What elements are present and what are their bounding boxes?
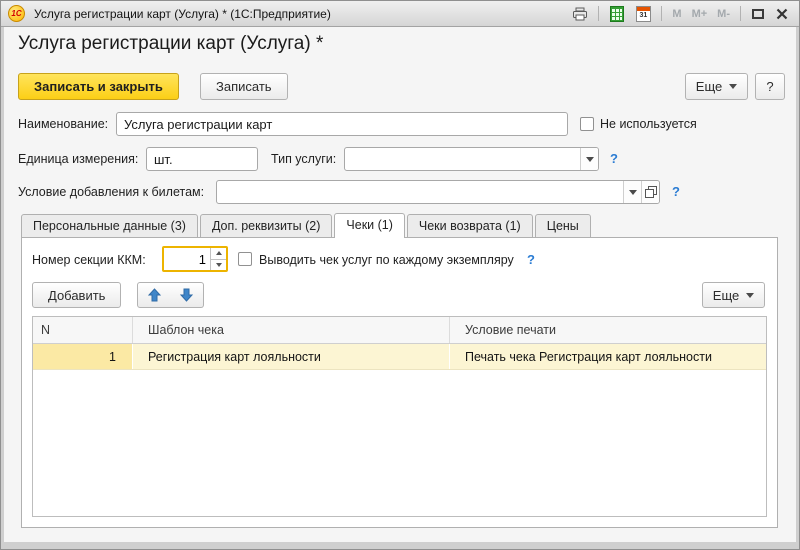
titlebar-separator <box>598 6 599 21</box>
more-actions-button[interactable]: Еще <box>685 73 748 100</box>
not-used-checkbox[interactable] <box>580 117 594 131</box>
help-button[interactable]: ? <box>755 73 785 100</box>
calendar-icon[interactable]: 31 <box>632 5 654 23</box>
kkm-section-label: Номер секции ККМ: <box>32 247 146 273</box>
move-up-icon <box>148 288 161 302</box>
1c-logo-icon: 1С <box>8 5 25 22</box>
titlebar-separator <box>740 6 741 21</box>
titlebar-controls: 31 M M+ M- <box>569 5 792 23</box>
cell-receipt-template[interactable]: Регистрация карт лояльности <box>133 344 450 369</box>
close-button[interactable] <box>772 5 792 23</box>
column-header-print-condition[interactable]: Условие печати <box>450 317 766 343</box>
service-type-input[interactable] <box>345 148 580 170</box>
chevron-down-icon <box>629 190 637 195</box>
service-type-combobox[interactable] <box>344 147 599 171</box>
titlebar-separator <box>661 6 662 21</box>
maximize-icon <box>752 9 764 19</box>
cell-print-condition[interactable]: Печать чека Регистрация карт лояльности <box>450 344 766 369</box>
table-header-row: N Шаблон чека Условие печати <box>33 317 766 344</box>
app-window: 1С Услуга регистрации карт (Услуга) * (1… <box>0 0 800 550</box>
name-field-label: Наименование: <box>18 112 108 136</box>
page-title: Услуга регистрации карт (Услуга) * <box>18 33 323 55</box>
tab-receipts[interactable]: Чеки (1) <box>334 213 404 238</box>
per-copy-label: Выводить чек услуг по каждому экземпляру <box>259 247 514 273</box>
tab-return-receipts[interactable]: Чеки возврата (1) <box>407 214 533 238</box>
service-type-dropdown-button[interactable] <box>580 148 598 170</box>
open-form-icon <box>645 186 657 198</box>
name-input[interactable] <box>116 112 568 136</box>
receipts-tab-panel: Номер секции ККМ: Выводить чек услуг по … <box>21 237 778 528</box>
memory-recall-button[interactable]: M <box>669 8 684 20</box>
ticket-condition-dropdown-button[interactable] <box>623 181 641 203</box>
tab-prices[interactable]: Цены <box>535 214 591 238</box>
kkm-section-spinner[interactable] <box>162 246 228 272</box>
ticket-condition-label: Условие добавления к билетам: <box>18 180 204 204</box>
unit-input[interactable] <box>146 147 258 171</box>
window-title: Услуга регистрации карт (Услуга) * (1С:П… <box>34 7 331 21</box>
maximize-button[interactable] <box>748 5 768 23</box>
tab-strip: Персональные данные (3) Доп. реквизиты (… <box>21 213 591 238</box>
service-type-help-link[interactable]: ? <box>610 147 618 171</box>
not-used-label: Не используется <box>600 112 697 136</box>
column-header-n[interactable]: N <box>33 317 133 343</box>
chevron-down-icon <box>729 84 737 89</box>
triangle-up-icon <box>216 251 222 255</box>
save-and-close-button[interactable]: Записать и закрыть <box>18 73 179 100</box>
calendar-day-label: 31 <box>637 11 650 21</box>
column-header-template[interactable]: Шаблон чека <box>133 317 450 343</box>
table-more-label: Еще <box>713 288 739 303</box>
memory-plus-button[interactable]: M+ <box>689 8 711 20</box>
per-copy-checkbox[interactable] <box>238 252 252 266</box>
print-icon[interactable] <box>569 5 591 23</box>
service-type-label: Тип услуги: <box>271 147 336 171</box>
memory-minus-button[interactable]: M- <box>714 8 733 20</box>
chevron-down-icon <box>586 157 594 162</box>
per-copy-help-link[interactable]: ? <box>527 247 535 273</box>
move-down-icon <box>180 288 193 302</box>
table-more-button[interactable]: Еще <box>702 282 765 308</box>
tab-additional-attributes[interactable]: Доп. реквизиты (2) <box>200 214 332 238</box>
unit-field-label: Единица измерения: <box>18 147 138 171</box>
receipt-templates-table: N Шаблон чека Условие печати 1 Регистрац… <box>32 316 767 517</box>
triangle-down-icon <box>216 263 222 267</box>
spinner-buttons <box>210 248 226 270</box>
ticket-condition-help-link[interactable]: ? <box>672 180 680 204</box>
titlebar: 1С Услуга регистрации карт (Услуга) * (1… <box>1 1 799 27</box>
spin-down-button[interactable] <box>211 260 226 271</box>
ticket-condition-combobox[interactable] <box>216 180 660 204</box>
save-button[interactable]: Записать <box>200 73 288 100</box>
close-icon <box>776 8 788 20</box>
table-row[interactable]: 1 Регистрация карт лояльности Печать чек… <box>33 344 766 370</box>
spin-up-button[interactable] <box>211 248 226 260</box>
1c-logo-text: 1С <box>11 9 21 18</box>
form-content: Услуга регистрации карт (Услуга) * Запис… <box>4 27 796 542</box>
ticket-condition-open-button[interactable] <box>641 181 659 203</box>
move-up-button[interactable] <box>137 282 171 308</box>
more-actions-label: Еще <box>696 79 722 94</box>
add-row-button[interactable]: Добавить <box>32 282 121 308</box>
tab-personal-data[interactable]: Персональные данные (3) <box>21 214 198 238</box>
calculator-icon[interactable] <box>606 5 628 23</box>
move-down-button[interactable] <box>170 282 204 308</box>
ticket-condition-input[interactable] <box>217 181 623 203</box>
cell-row-number[interactable]: 1 <box>33 344 133 369</box>
kkm-section-input[interactable] <box>164 248 210 270</box>
chevron-down-icon <box>746 293 754 298</box>
